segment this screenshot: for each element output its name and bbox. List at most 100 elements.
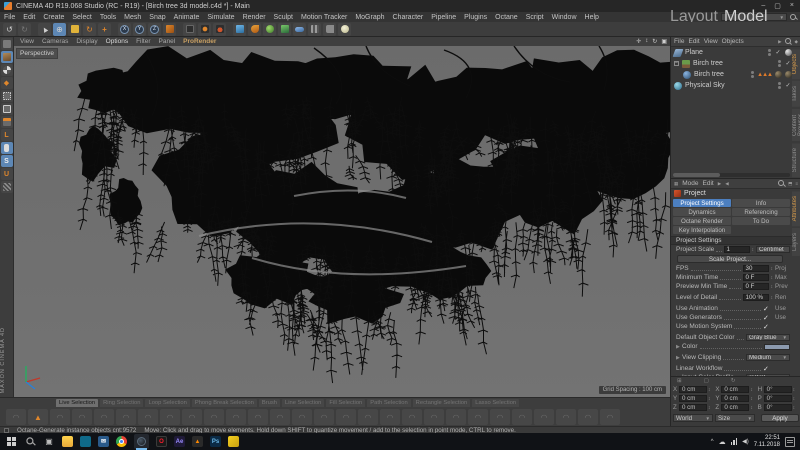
attribute-tab[interactable]: Key Interpolation	[673, 226, 731, 234]
level-of-detail-input[interactable]: 100 %	[743, 294, 769, 301]
size-y-input[interactable]: 0 cm	[721, 395, 749, 402]
object-row-plane[interactable]: Plane ✓	[671, 47, 792, 58]
pan-view-icon[interactable]: ✛	[636, 38, 641, 45]
history-back-icon[interactable]: ◀	[725, 181, 728, 187]
layout-select[interactable]: Model▼	[721, 13, 787, 21]
render-picture-viewer-button[interactable]	[198, 23, 211, 36]
om-scrollbar[interactable]	[673, 173, 790, 177]
fps-input[interactable]: 30	[743, 265, 769, 272]
zoom-view-icon[interactable]: ↕	[645, 38, 648, 45]
tool-icon[interactable]: ◠	[380, 409, 400, 425]
enable-axis-button[interactable]: L	[1, 129, 13, 141]
attribute-tab[interactable]: Referencing	[732, 208, 790, 216]
om-menu-file[interactable]: File	[674, 38, 684, 45]
attribute-tab[interactable]: To Do	[732, 217, 790, 225]
tool-icon[interactable]: ◠	[204, 409, 224, 425]
om-menu-view[interactable]: View	[704, 38, 718, 45]
vlc-icon[interactable]: ▲	[192, 436, 203, 447]
pos-z-input[interactable]: 0 cm	[679, 404, 707, 411]
menu-item[interactable]: Help	[581, 14, 603, 21]
spline-pen-button[interactable]	[248, 23, 261, 36]
viewport-menu-item-prorender[interactable]: ProRender	[180, 38, 219, 45]
attribute-tab[interactable]: Info	[732, 199, 790, 207]
volume-icon[interactable]: ◀)	[742, 438, 749, 445]
visibility-toggles[interactable]	[778, 60, 781, 67]
tool-icon[interactable]: ◠	[270, 409, 290, 425]
list-icon[interactable]: ≡	[795, 181, 798, 186]
onedrive-icon[interactable]: ☁	[719, 438, 726, 446]
side-tab[interactable]: Attributes	[792, 191, 800, 226]
edges-mode-button[interactable]	[1, 103, 13, 115]
rot-h-input[interactable]: 0°	[764, 386, 792, 393]
menu-item[interactable]: Tools	[96, 14, 120, 21]
scale-tool[interactable]	[68, 23, 81, 36]
side-tab[interactable]: Content Browser	[792, 109, 800, 141]
menu-item[interactable]: Render	[239, 14, 270, 21]
side-tab[interactable]: Layers	[792, 228, 800, 256]
project-scale-input[interactable]: 1	[724, 246, 750, 253]
size-x-input[interactable]: 0 cm	[721, 386, 749, 393]
rotate-view-icon[interactable]: ↻	[652, 38, 657, 45]
enable-check[interactable]: ✓	[774, 49, 782, 56]
rot-p-input[interactable]: 0°	[764, 395, 792, 402]
size-z-input[interactable]: 0 cm	[721, 404, 749, 411]
menu-item[interactable]: File	[0, 14, 19, 21]
panel-icon[interactable]: ▦	[674, 181, 678, 187]
tool-icon[interactable]: ◠	[358, 409, 378, 425]
viewport-canvas[interactable]: Perspective Grid Spacing : 100 cm	[14, 46, 670, 397]
am-menu-edit[interactable]: Edit	[703, 180, 714, 187]
maximize-button[interactable]: ▢	[774, 2, 781, 10]
minimum-time-input[interactable]: 0 F	[743, 274, 769, 281]
tool-icon[interactable]: ◠	[6, 409, 26, 425]
mograph-button[interactable]	[278, 23, 291, 36]
tool-icon[interactable]: ◠	[72, 409, 92, 425]
render-view-button[interactable]	[183, 23, 196, 36]
live-selection-tool[interactable]: ▲	[38, 23, 51, 36]
undo-button[interactable]: ↺	[3, 23, 16, 36]
side-tab[interactable]: Takes	[792, 81, 800, 107]
tool-icon[interactable]: ◠	[50, 409, 70, 425]
deformer-button[interactable]	[293, 23, 306, 36]
project-scale-unit-select[interactable]: Centimet	[756, 246, 790, 253]
tool-icon[interactable]: ◠	[138, 409, 158, 425]
z-axis-lock-button[interactable]: Z	[148, 23, 161, 36]
pos-x-input[interactable]: 0 cm	[679, 386, 707, 393]
filter-icon[interactable]: ◆	[795, 39, 798, 45]
viewport-menu-item[interactable]: Display	[73, 38, 100, 45]
scale-project-button[interactable]: Scale Project...	[677, 255, 783, 263]
palette-tab[interactable]: Rectangle Selection	[413, 399, 471, 407]
search-icon[interactable]	[790, 14, 797, 21]
tool-icon[interactable]: ◠	[160, 409, 180, 425]
user-data-icon[interactable]: ▶	[718, 181, 721, 187]
palette-tab[interactable]: Fill Selection	[326, 399, 365, 407]
render-settings-button[interactable]	[213, 23, 226, 36]
view-label[interactable]: Perspective	[16, 48, 58, 59]
lock-icon[interactable]: ⬒	[788, 181, 792, 187]
object-row-birch-tree-child[interactable]: Birch tree ▲▲▲	[671, 69, 792, 80]
enable-snap-button[interactable]: S	[1, 155, 13, 167]
toggle-view-icon[interactable]: ▣	[661, 38, 667, 45]
y-axis-lock-button[interactable]: Y	[133, 23, 146, 36]
side-tab[interactable]: Objects	[792, 49, 800, 79]
viewport-menu-item[interactable]: Options	[103, 38, 131, 45]
object-row-physical-sky[interactable]: Physical Sky ✓	[671, 80, 792, 91]
x-axis-lock-button[interactable]: X	[118, 23, 131, 36]
tool-icon[interactable]: ◠	[468, 409, 488, 425]
move-tool[interactable]: ⊕	[53, 23, 66, 36]
make-editable-button[interactable]	[1, 38, 13, 50]
pos-y-input[interactable]: 0 cm	[679, 395, 707, 402]
section-header[interactable]: Project Settings	[671, 236, 792, 245]
palette-tab[interactable]: Loop Selection	[145, 399, 189, 407]
view-clipping-select[interactable]: Medium▼	[746, 354, 790, 361]
collapse-icon[interactable]: −	[674, 61, 679, 66]
tool-icon[interactable]: ◠	[292, 409, 312, 425]
tool-icon[interactable]: ◠	[490, 409, 510, 425]
status-checkbox[interactable]	[4, 428, 9, 433]
menu-item[interactable]: MoGraph	[351, 14, 388, 21]
material-tag-icon[interactable]	[775, 71, 782, 78]
palette-tab[interactable]: Phong Break Selection	[192, 399, 257, 407]
coordinate-system-button[interactable]	[163, 23, 176, 36]
redo-button[interactable]: ↻	[18, 23, 31, 36]
tool-icon[interactable]: ◠	[182, 409, 202, 425]
menu-item[interactable]: Create	[39, 14, 68, 21]
